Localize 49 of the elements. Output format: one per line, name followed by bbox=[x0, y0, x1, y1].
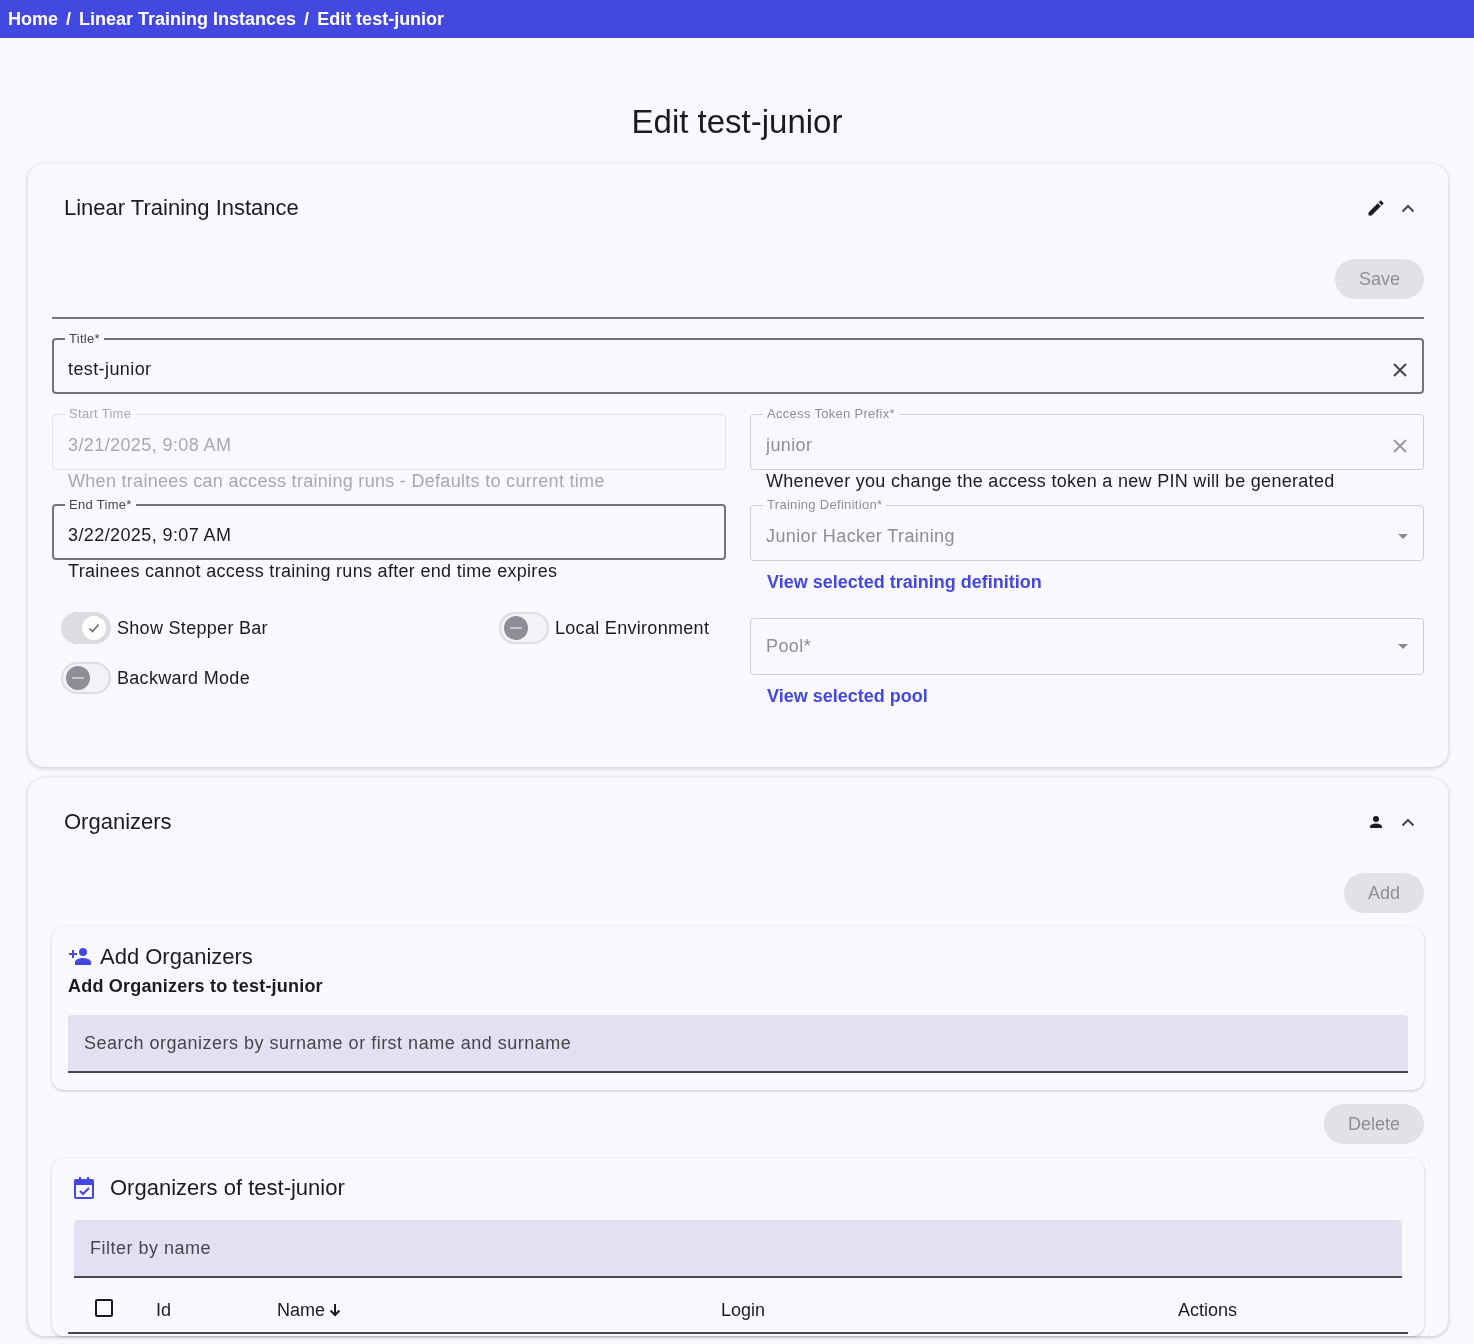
breadcrumb-link[interactable]: Home bbox=[8, 5, 58, 33]
column-header[interactable]: Name bbox=[277, 1296, 341, 1324]
minus-icon bbox=[72, 677, 84, 679]
breadcrumb-separator: / bbox=[66, 7, 72, 31]
minus-icon bbox=[510, 627, 522, 629]
end-time-field[interactable]: End Time* 3/22/2025, 9:07 AM bbox=[52, 497, 726, 560]
sort-arrow-icon[interactable] bbox=[329, 1303, 341, 1317]
field-label: End Time* bbox=[68, 497, 133, 513]
field-label: Access Token Prefix* bbox=[766, 406, 896, 422]
check-icon bbox=[87, 621, 101, 635]
search-field[interactable]: Search organizers by surname or first name and surname bbox=[68, 1015, 1408, 1073]
card-title: Organizers bbox=[63, 808, 173, 836]
toggle-switch[interactable] bbox=[61, 612, 111, 644]
view-pool-link[interactable]: View selected pool bbox=[767, 683, 928, 710]
hint-text: When trainees can access training runs - Defaults to current time bbox=[67, 470, 606, 492]
toggle-label: Backward Mode bbox=[117, 666, 250, 690]
caret-icon[interactable] bbox=[1398, 644, 1408, 649]
panel-subtitle: Add Organizers to test-junior bbox=[68, 975, 324, 997]
column-header[interactable]: Login bbox=[721, 1296, 766, 1324]
pool-dropdown[interactable]: Pool* bbox=[750, 618, 1424, 675]
field-label: Title* bbox=[68, 331, 101, 347]
breadcrumb-separator: / bbox=[304, 7, 310, 31]
panel-title: Add Organizers bbox=[100, 943, 253, 971]
column-header[interactable]: Id bbox=[156, 1296, 171, 1324]
page-title: Edit test-junior bbox=[630, 102, 844, 142]
field-input[interactable]: 3/22/2025, 9:07 AM bbox=[68, 522, 710, 549]
filter-field[interactable]: Filter by name bbox=[74, 1220, 1402, 1278]
toggle-switch[interactable] bbox=[499, 612, 549, 644]
title-field[interactable]: Title* test-junior bbox=[52, 331, 1424, 394]
field-label: Training Definition* bbox=[766, 497, 884, 513]
clear-icon[interactable] bbox=[1392, 361, 1408, 378]
field-input[interactable]: test-junior bbox=[68, 356, 1384, 383]
toggle-label: Show Stepper Bar bbox=[117, 616, 268, 640]
column-header[interactable]: Actions bbox=[1178, 1296, 1238, 1324]
panel-title: Organizers of test-junior bbox=[110, 1174, 345, 1202]
caret-icon[interactable] bbox=[1398, 534, 1408, 539]
breadcrumb-link[interactable]: Linear Training Instances bbox=[79, 5, 297, 33]
view-training-definition-link[interactable]: View selected training definition bbox=[767, 569, 1042, 596]
person-add-icon bbox=[68, 948, 92, 966]
toggle-label: Local Environment bbox=[555, 616, 710, 640]
hint-text: Trainees cannot access training runs after end time expires bbox=[67, 560, 559, 582]
breadcrumb-link[interactable]: Edit test-junior bbox=[317, 5, 445, 33]
toggle-switch[interactable] bbox=[61, 662, 111, 694]
field-label: Start Time bbox=[68, 406, 133, 422]
card-title: Linear Training Instance bbox=[63, 194, 300, 222]
field-input[interactable]: Pool* bbox=[766, 633, 1390, 660]
select-all-checkbox[interactable] bbox=[95, 1299, 113, 1317]
calendar-icon bbox=[74, 1177, 94, 1199]
hint-text: Whenever you change the access token a new PIN will be generated bbox=[765, 470, 1336, 492]
